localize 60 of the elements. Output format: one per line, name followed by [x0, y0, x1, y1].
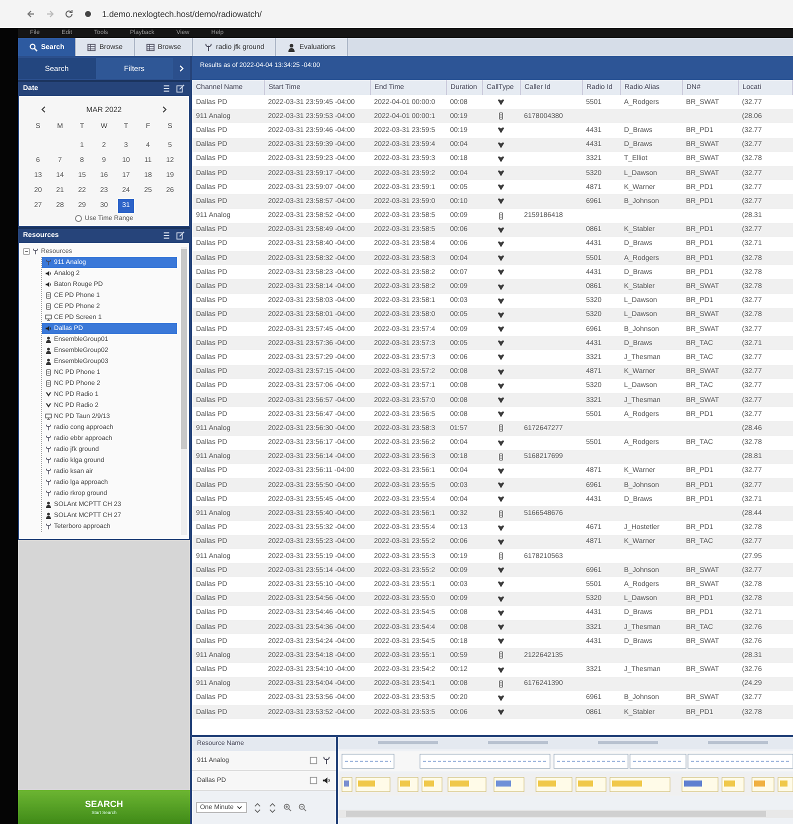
antenna-icon [45, 446, 52, 453]
zoom-out-icon[interactable] [298, 803, 307, 812]
monitor-icon [45, 413, 52, 420]
spinner-icon[interactable] [252, 802, 262, 814]
phone-icon [45, 380, 52, 387]
chevron-right-icon[interactable] [177, 64, 186, 72]
speaker-icon [45, 270, 52, 277]
antenna-icon [45, 435, 52, 442]
phone-icon [497, 552, 505, 560]
antenna-icon [45, 490, 52, 497]
speaker-icon [322, 776, 331, 785]
antenna-icon [45, 479, 52, 486]
antenna-icon [204, 42, 214, 52]
grid-icon [87, 42, 96, 52]
antenna-icon [45, 457, 52, 464]
phone-icon [497, 212, 505, 220]
back-icon[interactable] [26, 9, 36, 19]
edit-icon[interactable] [176, 231, 185, 240]
antenna-icon [45, 523, 52, 530]
speaker-icon [45, 281, 52, 288]
spinner-icon[interactable] [268, 802, 277, 814]
antenna-icon [45, 468, 52, 475]
phone-icon [497, 510, 505, 518]
checkbox-icon[interactable] [309, 756, 318, 765]
checkbox[interactable] [74, 215, 82, 222]
zoom-in-icon[interactable] [282, 803, 292, 812]
collapse-icon[interactable] [23, 248, 30, 255]
scroll-thumb[interactable] [181, 249, 187, 449]
previous-month-icon[interactable] [39, 104, 48, 114]
phone-icon [45, 369, 52, 376]
person-icon [45, 336, 52, 343]
person-icon [45, 512, 52, 519]
search-icon [29, 42, 38, 52]
checkbox-icon[interactable] [309, 776, 318, 785]
edit-icon[interactable] [176, 84, 185, 93]
antenna-icon [322, 756, 331, 765]
phone-icon [497, 424, 505, 432]
person-icon [45, 501, 52, 508]
phone-icon [497, 680, 505, 688]
antenna-icon [45, 424, 52, 431]
antenna-icon [32, 248, 39, 255]
next-month-icon[interactable] [160, 104, 169, 114]
speaker-icon [45, 325, 52, 332]
site-info-icon[interactable] [83, 9, 93, 19]
phone-icon [45, 292, 52, 299]
phone-icon [497, 651, 505, 660]
list-icon[interactable] [162, 84, 171, 93]
grid-icon [146, 42, 155, 52]
phone-icon [45, 303, 52, 310]
phone-icon [497, 452, 505, 461]
list-icon[interactable] [162, 231, 171, 240]
person-icon [45, 347, 52, 354]
person-icon [287, 42, 296, 52]
phone-icon [497, 112, 505, 120]
caret-icon [236, 804, 243, 811]
address-bar[interactable]: 1.demo.nexlogtech.host/demo/radiowatch/ [102, 9, 262, 19]
reload-icon[interactable] [64, 9, 74, 19]
monitor-icon [45, 314, 52, 321]
antenna-icon [45, 259, 52, 266]
person-icon [45, 358, 52, 365]
